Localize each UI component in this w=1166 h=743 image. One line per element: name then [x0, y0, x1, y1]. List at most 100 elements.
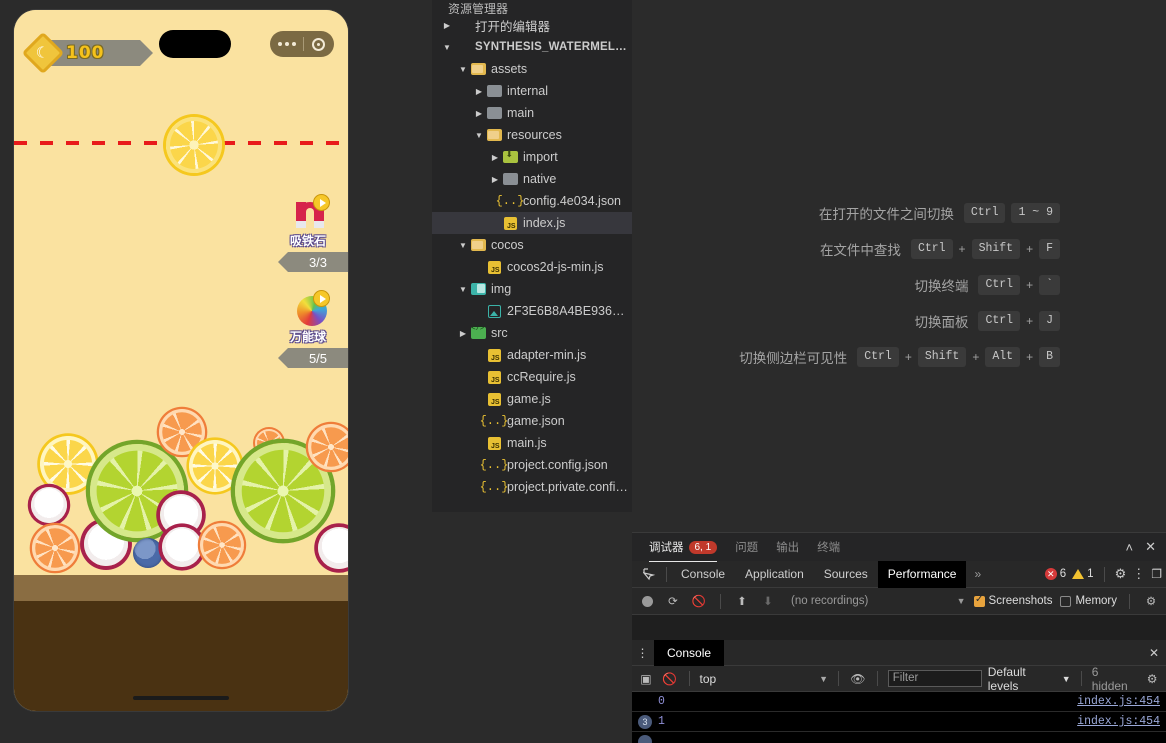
console-toolbar[interactable]: ▣ 🚫 top ▼ 👁 Filter Default levels ▼ 6 hi… — [632, 666, 1166, 692]
explorer-row-synthesis-watermelon-main[interactable]: ▼SYNTHESIS_WATERMELON-MAIN — [432, 36, 632, 58]
twisty-icon[interactable]: ▶ — [488, 175, 502, 184]
devtools-tabbar[interactable]: Console Application Sources Performance … — [632, 561, 1166, 588]
inspect-element-icon[interactable] — [636, 568, 662, 581]
powerups-list: 吸铁石 3/3 万能球 5/5 — [288, 200, 348, 392]
play-badge-icon[interactable] — [313, 194, 330, 211]
screenshots-checkbox[interactable]: Screenshots — [974, 595, 1053, 607]
drawer-tab-console[interactable]: Console — [654, 640, 724, 666]
explorer-row-src[interactable]: ▶src — [432, 322, 632, 344]
chevron-up-icon[interactable]: ˄ — [1126, 540, 1134, 555]
settings-gear-icon[interactable]: ⚙ — [1115, 566, 1127, 582]
warning-count-badge[interactable]: 1 — [1072, 568, 1093, 580]
close-icon[interactable]: ✕ — [1145, 539, 1156, 555]
hidden-messages-count[interactable]: 6 hidden — [1092, 665, 1138, 693]
explorer-row-project-private-config-js[interactable]: {..}project.private.config.js... — [432, 476, 632, 498]
explorer-row-img[interactable]: ▼ img — [432, 278, 632, 300]
clear-console-icon[interactable]: 🚫 — [661, 670, 679, 688]
twisty-icon[interactable]: ▶ — [472, 87, 486, 96]
panel-tab-problems[interactable]: 问题 — [726, 533, 767, 562]
record-icon[interactable] — [312, 38, 325, 51]
console-settings-icon[interactable]: ⚙ — [1143, 670, 1161, 688]
execution-context-select[interactable]: top ▼ — [700, 672, 828, 686]
load-profile-button[interactable]: ⬆ — [733, 592, 751, 610]
drawer-close-icon[interactable]: ✕ — [1142, 646, 1166, 660]
explorer-row-adapter-min-js[interactable]: JSadapter-min.js — [432, 344, 632, 366]
twisty-icon[interactable]: ▶ — [472, 109, 486, 118]
explorer-row-native[interactable]: ▶native — [432, 168, 632, 190]
dock-panel-icon[interactable]: ❐ — [1151, 567, 1162, 581]
twisty-icon[interactable]: ▼ — [456, 241, 470, 250]
twisty-icon[interactable]: ▶ — [456, 329, 470, 338]
performance-toolbar[interactable]: ⟳ 🚫 ⬆ ⬇ (no recordings) ▼ Screenshots Me… — [632, 588, 1166, 615]
devtools-panel[interactable]: 调试器 6, 1 问题 输出 终端 ˄ ✕ Console Applic — [632, 532, 1166, 743]
explorer-row-cocos[interactable]: ▼cocos — [432, 234, 632, 256]
powerup-rainbow-ball[interactable]: 万能球 5/5 — [288, 296, 348, 368]
clear-button[interactable]: 🚫 — [690, 592, 708, 610]
message-repeat-badge: 3 — [638, 715, 652, 729]
devtools-drawer[interactable]: ⋮ Console ✕ ▣ 🚫 top ▼ 👁 Filter Default l… — [632, 640, 1166, 743]
fruit-orange — [308, 424, 348, 470]
file-type-icon: JS — [486, 437, 502, 450]
twisty-icon[interactable]: ▼ — [472, 131, 486, 140]
explorer-row-2f3e6b8a4be936870[interactable]: 2F3E6B8A4BE936870... — [432, 300, 632, 322]
tab-sources[interactable]: Sources — [814, 561, 878, 588]
tab-application[interactable]: Application — [735, 561, 814, 588]
vscode-panel-tabbar[interactable]: 调试器 6, 1 问题 输出 终端 ˄ ✕ — [632, 532, 1166, 561]
explorer-row-label: img — [491, 282, 511, 296]
explorer-row-main[interactable]: ▶main — [432, 102, 632, 124]
explorer-row-[interactable]: ▶ 打开的编辑器 — [432, 14, 632, 36]
console-message-row[interactable]: 31index.js:454 — [632, 712, 1166, 732]
explorer-row-game-json[interactable]: {..}game.json — [432, 410, 632, 432]
explorer-row-internal[interactable]: ▶internal — [432, 80, 632, 102]
game-preview-panel[interactable]: ☾ 100 吸铁石 3/3 — [14, 10, 348, 711]
panel-tab-output[interactable]: 输出 — [767, 533, 808, 562]
explorer-row-main-js[interactable]: JSmain.js — [432, 432, 632, 454]
tab-console[interactable]: Console — [671, 561, 735, 588]
log-levels-select[interactable]: Default levels ▼ — [988, 665, 1071, 693]
more-tabs-icon[interactable]: » — [966, 567, 989, 581]
twisty-icon[interactable]: ▼ — [456, 65, 470, 74]
capture-settings-gear-icon[interactable]: ⚙ — [1142, 592, 1160, 610]
console-message-row[interactable]: 0index.js:454 — [632, 692, 1166, 712]
more-options-icon[interactable] — [271, 42, 303, 46]
twisty-icon[interactable]: ▶ — [488, 153, 502, 162]
explorer-row-project-config-json[interactable]: {..}project.config.json — [432, 454, 632, 476]
explorer-row-assets[interactable]: ▼assets — [432, 58, 632, 80]
record-button[interactable] — [638, 592, 656, 610]
panel-tab-debugger[interactable]: 调试器 6, 1 — [640, 533, 726, 562]
tab-performance[interactable]: Performance — [878, 561, 967, 588]
explorer-row-index-js[interactable]: JSindex.js — [432, 212, 632, 234]
more-vertical-icon[interactable]: ⋮ — [1132, 570, 1145, 578]
drawer-more-icon[interactable]: ⋮ — [632, 646, 654, 660]
explorer-row-label: 打开的编辑器 — [475, 16, 550, 35]
console-message-source[interactable]: index.js:454 — [1077, 715, 1166, 728]
twisty-icon[interactable]: ▼ — [456, 285, 470, 294]
recordings-select[interactable]: (no recordings) ▼ — [785, 595, 966, 607]
twisty-icon[interactable]: ▼ — [440, 43, 454, 52]
save-profile-button[interactable]: ⬇ — [759, 592, 777, 610]
vscode-explorer[interactable]: 资源管理器 ▶打开的编辑器▼SYNTHESIS_WATERMELON-MAIN▼… — [432, 0, 632, 512]
live-expression-icon[interactable]: 👁 — [849, 670, 867, 688]
console-message-list[interactable]: 0index.js:45431index.js:454 — [632, 692, 1166, 743]
console-sidebar-icon[interactable]: ▣ — [637, 670, 655, 688]
explorer-row-resources[interactable]: ▼resources — [432, 124, 632, 146]
explorer-row-import[interactable]: ▶import — [432, 146, 632, 168]
memory-checkbox[interactable]: Memory — [1060, 595, 1117, 607]
console-message-row-partial[interactable] — [632, 732, 1166, 743]
explorer-row-config-4e034-json[interactable]: {..}config.4e034.json — [432, 190, 632, 212]
error-count-badge[interactable]: ✕ 6 — [1045, 568, 1066, 580]
explorer-row-game-js[interactable]: JSgame.js — [432, 388, 632, 410]
explorer-row-cocos2d-js-min-js[interactable]: JScocos2d-js-min.js — [432, 256, 632, 278]
console-message-source[interactable]: index.js:454 — [1077, 695, 1166, 708]
drawer-tabbar[interactable]: ⋮ Console ✕ — [632, 640, 1166, 666]
reload-and-record-button[interactable]: ⟳ — [664, 592, 682, 610]
coin-diamond-icon: ☾ — [22, 32, 64, 74]
panel-tab-terminal[interactable]: 终端 — [808, 533, 849, 562]
play-badge-icon[interactable] — [313, 290, 330, 307]
twisty-icon[interactable]: ▶ — [440, 21, 454, 30]
rainbow-ball-icon — [294, 296, 328, 326]
powerup-magnet[interactable]: 吸铁石 3/3 — [288, 200, 348, 272]
explorer-row-ccrequire-js[interactable]: JSccRequire.js — [432, 366, 632, 388]
wechat-capsule-menu[interactable] — [270, 31, 334, 57]
console-filter-input[interactable]: Filter — [888, 670, 982, 687]
